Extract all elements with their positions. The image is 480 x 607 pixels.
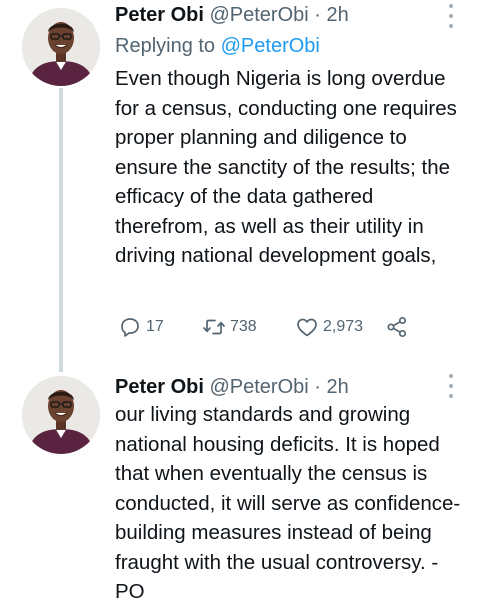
avatar-image xyxy=(22,376,100,454)
reply-count: 17 xyxy=(146,318,164,335)
separator: · xyxy=(314,4,321,26)
replying-to-label: Replying to xyxy=(115,35,216,57)
tweet-text: our living standards and growing nationa… xyxy=(115,403,461,603)
reply-mention-link[interactable]: @PeterObi xyxy=(221,35,320,57)
retweet-icon xyxy=(203,319,225,335)
timestamp[interactable]: 2h xyxy=(327,4,349,26)
tweet-header: Peter Obi @PeterObi · 2h xyxy=(115,372,440,402)
timestamp[interactable]: 2h xyxy=(327,376,349,398)
share-button[interactable] xyxy=(385,315,409,339)
share-icon xyxy=(387,316,407,338)
tweet-text: Even though Nigeria is long overdue for … xyxy=(115,67,457,267)
avatar[interactable] xyxy=(22,376,100,454)
reply-icon xyxy=(121,318,139,337)
tweet[interactable]: Peter Obi @PeterObi · 2h our living stan… xyxy=(0,360,480,603)
author-handle[interactable]: @PeterObi xyxy=(209,376,308,398)
heart-icon xyxy=(297,318,317,337)
thread-line xyxy=(59,88,63,372)
tweet-header: Peter Obi @PeterObi · 2h xyxy=(115,0,440,30)
author-name[interactable]: Peter Obi xyxy=(115,376,204,398)
reply-button[interactable]: 17 xyxy=(118,315,202,339)
avatar[interactable] xyxy=(22,8,100,86)
retweet-count: 738 xyxy=(230,318,257,335)
replying-to: Replying to @PeterObi xyxy=(115,32,320,60)
more-vertical-icon[interactable] xyxy=(448,4,454,28)
author-name[interactable]: Peter Obi xyxy=(115,4,204,26)
avatar-image xyxy=(22,8,100,86)
author-handle[interactable]: @PeterObi xyxy=(209,4,308,26)
separator: · xyxy=(314,376,321,398)
like-count: 2,973 xyxy=(323,318,364,335)
like-button[interactable]: 2,973 xyxy=(295,315,385,339)
retweet-button[interactable]: 738 xyxy=(202,315,295,339)
tweet-actions: 17 738 2,973 xyxy=(118,313,409,341)
more-vertical-icon[interactable] xyxy=(448,374,454,398)
tweet[interactable]: Peter Obi @PeterObi · 2h Replying to @Pe… xyxy=(0,0,480,372)
